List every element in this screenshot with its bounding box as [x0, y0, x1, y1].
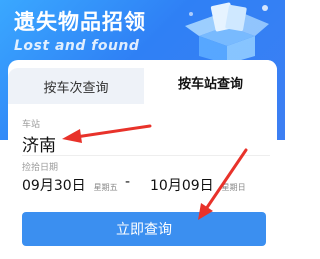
annotation-arrow-station	[62, 124, 152, 143]
annotation-arrow-button	[198, 148, 248, 220]
annotation-arrows	[62, 124, 248, 220]
